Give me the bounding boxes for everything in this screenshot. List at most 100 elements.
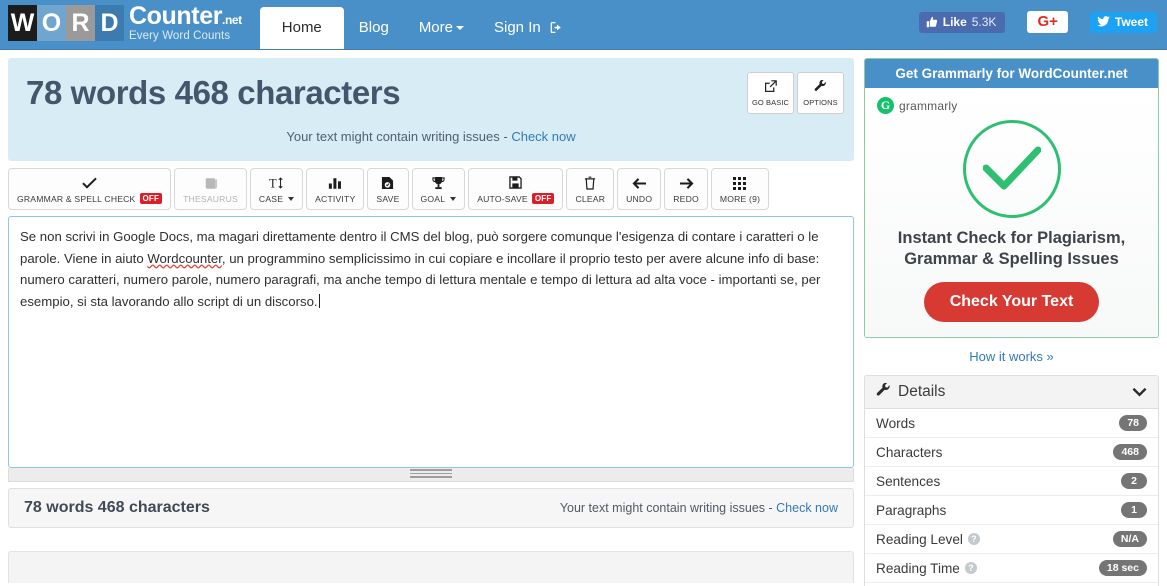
google-plus-button[interactable]: G+ <box>1027 11 1068 33</box>
hero-note-text: Your text might contain writing issues - <box>286 129 508 144</box>
details-row-characters: Characters 468 <box>865 438 1158 467</box>
thesaurus-label: THESAURUS <box>183 193 238 204</box>
activity-button[interactable]: ACTIVITY <box>306 168 365 210</box>
grammarly-ad-tagline: Instant Check for Plagiarism, Grammar & … <box>877 228 1146 270</box>
clear-label: CLEAR <box>575 193 606 204</box>
goal-label-wrap: GOAL <box>421 194 457 204</box>
save-button[interactable]: SAVE <box>367 168 409 210</box>
options-label: OPTIONS <box>803 97 838 107</box>
grammarly-ad-heading: Get Grammarly for WordCounter.net <box>865 59 1158 88</box>
auto-save-button[interactable]: AUTO-SAVE OFF <box>468 168 564 210</box>
clear-button[interactable]: CLEAR <box>566 168 615 210</box>
details-row-sentences: Sentences 2 <box>865 467 1158 496</box>
details-row-words: Words 78 <box>865 409 1158 438</box>
status-check-now-link[interactable]: Check now <box>776 501 838 515</box>
case-label-wrap: CASE <box>259 194 295 204</box>
status-note-text: Your text might contain writing issues - <box>559 501 773 515</box>
facebook-like-label: Like <box>942 14 967 29</box>
grammarly-tagline-line2: Grammar & Spelling Issues <box>904 250 1119 268</box>
go-basic-button[interactable]: GO BASIC <box>747 72 794 114</box>
nav-item-sign-in-label: Sign In <box>494 19 541 36</box>
facebook-like-count: 5.3K <box>971 14 997 29</box>
text-input[interactable]: Se non scrivi in Google Docs, ma magari … <box>8 216 854 468</box>
more-tools-button[interactable]: MORE (9) <box>710 168 770 210</box>
grammarly-ad-body: G grammarly Instant Check for Plagiarism… <box>865 88 1158 337</box>
grammar-spell-check-label-wrap: GRAMMAR & SPELL CHECK OFF <box>17 193 163 204</box>
svg-text:T: T <box>269 176 277 190</box>
go-basic-label: GO BASIC <box>751 97 790 107</box>
auto-save-label-wrap: AUTO-SAVE OFF <box>477 193 555 204</box>
grammarly-ad-card: Get Grammarly for WordCounter.net G gram… <box>864 58 1159 338</box>
goal-label: GOAL <box>420 193 446 204</box>
wrench-icon <box>814 79 827 96</box>
text-case-icon: T <box>269 176 285 191</box>
grammar-spell-check-button[interactable]: GRAMMAR & SPELL CHECK OFF <box>8 168 172 210</box>
twitter-bird-icon <box>1097 16 1110 27</box>
grammarly-logo: G grammarly <box>877 97 1146 114</box>
nav-item-sign-in[interactable]: Sign In <box>479 7 579 49</box>
save-label: SAVE <box>376 193 400 204</box>
nav-item-more[interactable]: More <box>404 7 479 49</box>
nav-item-home[interactable]: Home <box>259 7 344 49</box>
logo-squares: W O R D <box>8 5 124 41</box>
site-logo[interactable]: W O R D Counter.net Every Word Counts <box>0 0 242 49</box>
logo-square-o: O <box>37 5 66 41</box>
more-tools-label: MORE (9) <box>719 193 761 204</box>
logo-square-r: R <box>66 5 95 41</box>
logo-tagline: Every Word Counts <box>129 29 231 42</box>
status-counts: 78 words 468 characters <box>24 499 210 516</box>
undo-button[interactable]: UNDO <box>617 168 662 210</box>
details-row-reading-level: Reading Level ? N/A <box>865 525 1158 554</box>
grammarly-tagline-line1: Instant Check for Plagiarism, <box>897 229 1126 247</box>
how-it-works-link[interactable]: How it works » <box>864 349 1159 364</box>
resize-grip-icon <box>410 469 452 480</box>
chevron-down-icon <box>456 26 464 31</box>
lower-panel-placeholder <box>8 551 854 583</box>
counter-hero: 78 words 468 characters Your text might … <box>8 58 854 161</box>
redo-button[interactable]: REDO <box>664 168 708 210</box>
redo-label: REDO <box>673 193 699 204</box>
details-row-paragraphs: Paragraphs 1 <box>865 496 1158 525</box>
editor-resize-handle[interactable] <box>8 468 854 482</box>
logo-tld-text: .net <box>222 12 242 27</box>
chevron-down-icon <box>1132 385 1147 400</box>
misspelled-word: Wordcounter <box>147 250 222 266</box>
facebook-like-button[interactable]: Like 5.3K <box>918 11 1006 33</box>
trophy-icon <box>432 176 445 191</box>
primary-nav: Home Blog More Sign In <box>259 0 579 49</box>
main-column: 78 words 468 characters Your text might … <box>0 50 862 586</box>
nav-item-blog[interactable]: Blog <box>344 7 404 49</box>
nav-item-more-label: More <box>418 19 453 36</box>
details-label-paragraphs: Paragraphs <box>876 502 947 518</box>
book-icon <box>204 176 218 191</box>
goal-button[interactable]: GOAL <box>411 168 466 210</box>
thesaurus-button[interactable]: THESAURUS <box>174 168 247 210</box>
options-button[interactable]: OPTIONS <box>797 72 844 114</box>
status-writing-issues-note: Your text might contain writing issues -… <box>560 501 838 515</box>
grammar-spell-check-status-badge: OFF <box>139 193 163 204</box>
check-icon <box>82 175 97 190</box>
chevron-down-icon <box>288 196 295 201</box>
green-checkmark-icon <box>962 120 1061 218</box>
chevron-down-icon <box>450 196 457 201</box>
check-your-text-button[interactable]: Check Your Text <box>923 282 1100 322</box>
editor-area: Se non scrivi in Google Docs, ma magari … <box>8 216 854 482</box>
help-icon[interactable]: ? <box>964 562 977 574</box>
editor-toolbar: GRAMMAR & SPELL CHECK OFF THESAURUS T CA… <box>8 168 854 210</box>
bar-chart-icon <box>328 176 342 191</box>
help-icon[interactable]: ? <box>967 533 980 545</box>
trash-icon <box>584 176 596 191</box>
activity-label: ACTIVITY <box>315 193 356 204</box>
logo-square-w: W <box>8 5 37 41</box>
sign-in-icon <box>550 21 561 34</box>
details-row-reading-time: Reading Time ? 18 sec <box>865 554 1158 583</box>
twitter-tweet-button[interactable]: Tweet <box>1089 11 1157 33</box>
auto-save-status-badge: OFF <box>531 193 555 204</box>
logo-counter-text: Counter <box>129 1 223 30</box>
details-label-reading-level: Reading Level <box>876 531 963 547</box>
case-button[interactable]: T CASE <box>249 168 304 210</box>
hero-writing-issues-note: Your text might contain writing issues -… <box>22 129 840 144</box>
wrench-icon <box>876 382 891 401</box>
hero-check-now-link[interactable]: Check now <box>511 129 575 144</box>
details-panel-header[interactable]: Details <box>865 376 1158 409</box>
